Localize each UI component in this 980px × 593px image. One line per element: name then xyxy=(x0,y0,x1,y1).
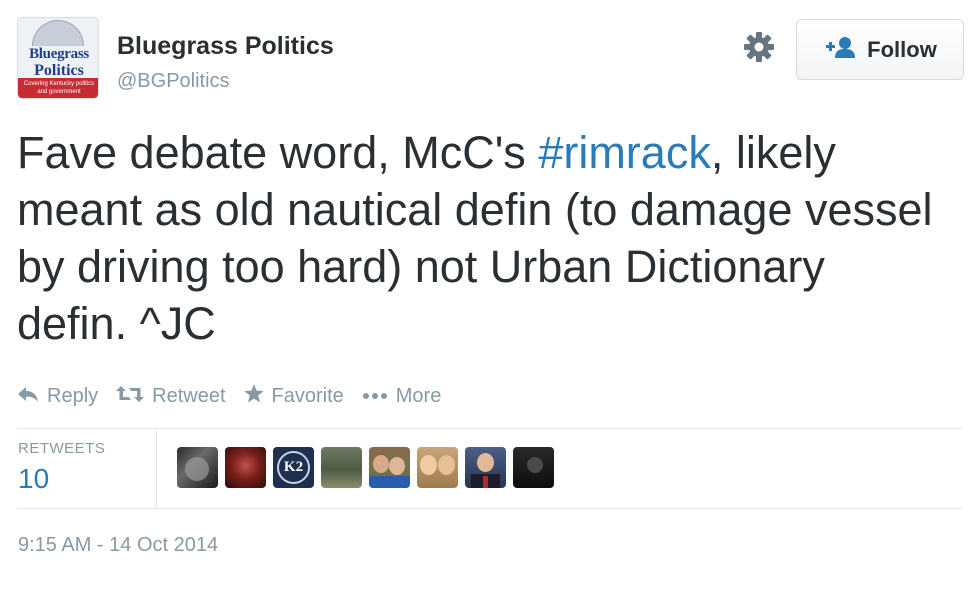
retweeter-avatar[interactable]: K2 xyxy=(273,447,314,488)
retweeter-avatar[interactable] xyxy=(177,447,218,488)
follow-button-label: Follow xyxy=(867,36,937,62)
retweeter-avatar[interactable] xyxy=(321,447,362,488)
star-icon xyxy=(243,384,264,408)
divider-top xyxy=(17,428,963,429)
retweets-label: RETWEETS xyxy=(18,440,106,457)
retweeter-avatar[interactable] xyxy=(513,447,554,488)
add-user-icon xyxy=(823,35,857,64)
favorite-label: Favorite xyxy=(271,384,344,407)
reply-icon xyxy=(17,385,39,408)
tweet-text: Fave debate word, McC's #rimrack, likely… xyxy=(17,124,947,352)
tweet-timestamp[interactable]: 9:15 AM - 14 Oct 2014 xyxy=(18,534,218,557)
tweet-actions: Reply Retweet Favorite More xyxy=(17,382,459,410)
reply-label: Reply xyxy=(47,384,99,407)
tweet-card: Bluegrass Politics Covering Kentucky pol… xyxy=(0,0,980,593)
follow-button[interactable]: Follow xyxy=(796,19,964,80)
more-action[interactable]: More xyxy=(362,384,442,408)
more-dots-icon xyxy=(362,387,388,405)
retweeter-avatar[interactable] xyxy=(465,447,506,488)
favorite-action[interactable]: Favorite xyxy=(243,384,344,408)
tweet-text-before: Fave debate word, McC's xyxy=(17,127,539,178)
retweeter-avatars: K2 xyxy=(177,447,554,488)
retweets-count[interactable]: 10 xyxy=(18,463,49,495)
seal-graphic xyxy=(32,20,84,46)
avatar-tagline: Covering Kentucky politics and governmen… xyxy=(18,78,98,98)
account-display-name[interactable]: Bluegrass Politics xyxy=(117,32,334,61)
reply-action[interactable]: Reply xyxy=(17,385,98,408)
retweeter-avatar[interactable] xyxy=(225,447,266,488)
gear-icon[interactable] xyxy=(741,29,777,65)
retweet-label: Retweet xyxy=(152,384,226,407)
more-label: More xyxy=(395,384,442,407)
retweeter-avatar[interactable] xyxy=(417,447,458,488)
avatar-text-line1: Bluegrass xyxy=(29,46,89,62)
retweet-action[interactable]: Retweet xyxy=(116,384,226,408)
retweeter-avatar[interactable] xyxy=(369,447,410,488)
retweet-icon xyxy=(116,385,145,408)
retweeter-logo-text: K2 xyxy=(277,451,310,484)
divider-bottom xyxy=(17,508,963,509)
account-avatar[interactable]: Bluegrass Politics Covering Kentucky pol… xyxy=(17,17,99,99)
account-handle[interactable]: @BGPolitics xyxy=(117,70,230,93)
hashtag-link[interactable]: #rimrack xyxy=(538,127,711,178)
stats-separator xyxy=(156,430,157,508)
